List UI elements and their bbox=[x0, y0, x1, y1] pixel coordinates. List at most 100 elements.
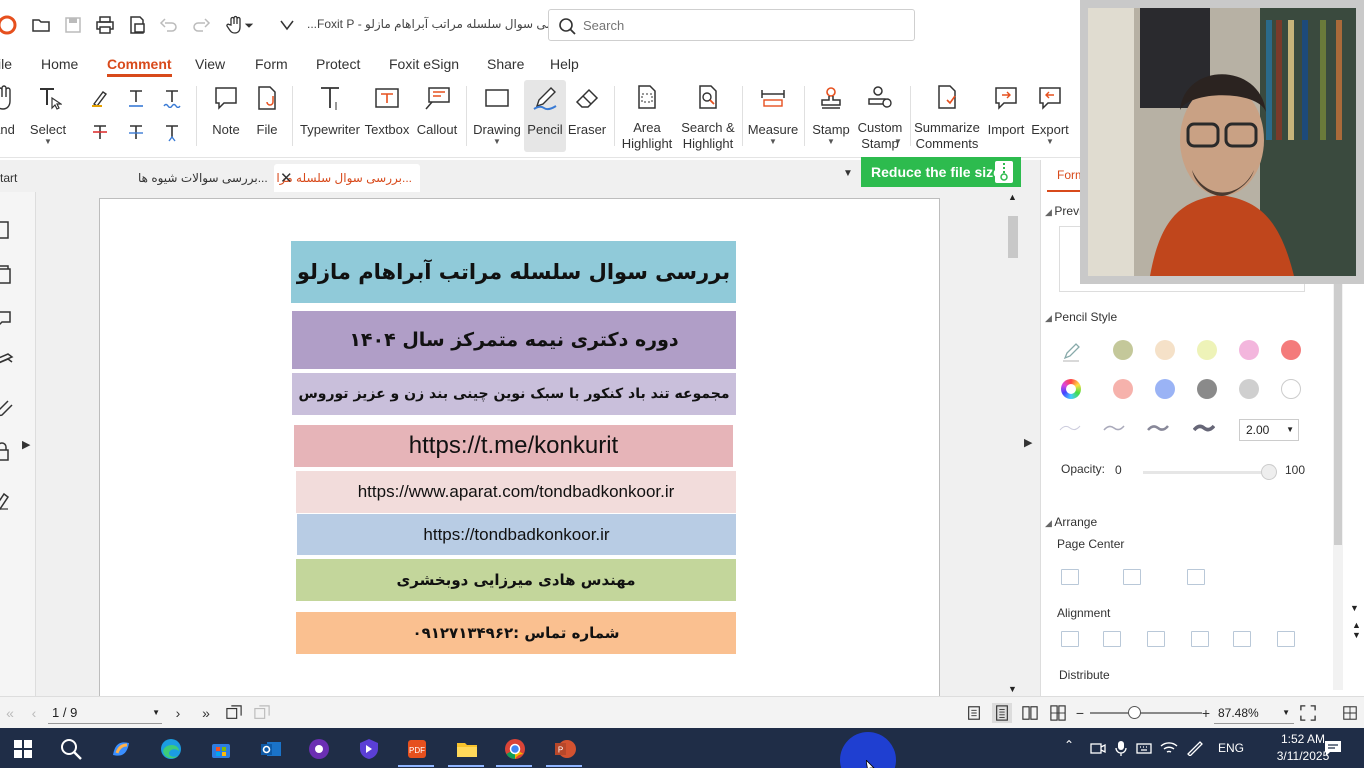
color-swatch-1[interactable] bbox=[1113, 340, 1133, 360]
chevron-down-icon[interactable]: ▼ bbox=[894, 138, 902, 146]
menu-form[interactable]: Form bbox=[255, 56, 288, 72]
zoom-in-icon[interactable]: + bbox=[1196, 703, 1216, 723]
menu-comment[interactable]: Comment bbox=[107, 56, 172, 77]
undo-icon[interactable] bbox=[156, 12, 182, 38]
color-swatch-6[interactable] bbox=[1113, 379, 1133, 399]
signature-icon[interactable] bbox=[0, 490, 18, 510]
scrollbar-thumb[interactable] bbox=[1008, 216, 1018, 258]
align-bottom-icon[interactable] bbox=[1277, 631, 1295, 647]
pencil-color-icon[interactable] bbox=[1061, 340, 1083, 362]
next-view-icon[interactable] bbox=[252, 703, 272, 723]
document-view[interactable]: بررسی سوال سلسله مراتب آبراهام مازلو دور… bbox=[36, 192, 1040, 696]
replace-text-tool[interactable] bbox=[124, 120, 148, 144]
underline-text-tool[interactable] bbox=[124, 86, 148, 110]
page-number-field[interactable]: 1 / 9 ▼ bbox=[48, 702, 162, 724]
import-tool[interactable]: Import bbox=[984, 80, 1028, 152]
foxit-pdf-taskbar-icon[interactable]: PDF bbox=[402, 734, 432, 764]
search-highlight-tool[interactable]: Search & Highlight bbox=[678, 80, 738, 152]
color-swatch-2[interactable] bbox=[1155, 340, 1175, 360]
pages-icon[interactable] bbox=[0, 264, 18, 284]
bookmark-icon[interactable] bbox=[0, 220, 18, 240]
resize-grip-icon[interactable] bbox=[1340, 703, 1360, 723]
zoom-field[interactable]: 87.48% ▼ bbox=[1214, 702, 1294, 724]
last-page-icon[interactable]: » bbox=[196, 703, 216, 723]
pen-tray-icon[interactable] bbox=[1186, 740, 1204, 756]
microsoft-store-icon[interactable] bbox=[206, 734, 236, 764]
print-icon[interactable] bbox=[92, 12, 118, 38]
opacity-slider-handle[interactable] bbox=[1261, 464, 1277, 480]
note-tool[interactable]: Note bbox=[206, 80, 246, 152]
reduce-file-size-button[interactable]: Reduce the file size bbox=[861, 157, 1021, 187]
taskbar-search-icon[interactable] bbox=[56, 734, 86, 764]
stamp-tool[interactable]: Stamp ▼ bbox=[810, 80, 852, 152]
powerpoint-icon[interactable]: P bbox=[550, 734, 580, 764]
single-page-icon[interactable] bbox=[964, 703, 984, 723]
color-swatch-8[interactable] bbox=[1197, 379, 1217, 399]
line-width-select[interactable]: 2.00 ▼ bbox=[1239, 419, 1299, 441]
customize-toolbar-icon[interactable] bbox=[274, 12, 300, 38]
camera-tray-icon[interactable] bbox=[1090, 740, 1106, 756]
eraser-tool[interactable]: Eraser bbox=[566, 80, 608, 152]
chrome-icon[interactable] bbox=[500, 734, 530, 764]
align-left-icon[interactable] bbox=[1147, 631, 1165, 647]
tabs-dropdown-icon[interactable]: ▼ bbox=[843, 168, 853, 179]
next-page-icon[interactable]: › bbox=[168, 703, 188, 723]
search-box[interactable] bbox=[548, 9, 915, 41]
panel-scroll-down-icon[interactable]: ▼ bbox=[1350, 603, 1359, 613]
center-horizontal-icon[interactable] bbox=[1061, 569, 1079, 585]
preview-section[interactable]: ◢ Previ bbox=[1045, 204, 1082, 218]
layers-icon[interactable] bbox=[0, 352, 18, 372]
align-top-icon[interactable] bbox=[1233, 631, 1251, 647]
expand-right-panel-icon[interactable]: ▶ bbox=[1024, 436, 1032, 449]
security-icon[interactable] bbox=[0, 442, 18, 462]
keyboard-tray-icon[interactable] bbox=[1136, 740, 1152, 756]
center-both-icon[interactable] bbox=[1187, 569, 1205, 585]
color-swatch-7[interactable] bbox=[1155, 379, 1175, 399]
previous-view-icon[interactable] bbox=[224, 703, 244, 723]
copilot-icon[interactable] bbox=[106, 734, 136, 764]
pencil-tool[interactable]: Pencil bbox=[524, 80, 566, 152]
search-input[interactable] bbox=[583, 15, 903, 35]
area-highlight-tool[interactable]: Area Highlight bbox=[618, 80, 676, 152]
menu-file[interactable]: ile bbox=[0, 56, 12, 72]
scroll-up-icon[interactable]: ▲ bbox=[1008, 192, 1017, 202]
file-explorer-icon[interactable] bbox=[452, 734, 482, 764]
align-right-icon[interactable] bbox=[1191, 631, 1209, 647]
select-tool[interactable]: Select ▼ bbox=[28, 80, 68, 152]
microphone-tray-icon[interactable] bbox=[1114, 740, 1128, 756]
language-indicator[interactable]: ENG bbox=[1218, 741, 1244, 755]
color-swatch-5[interactable] bbox=[1281, 340, 1301, 360]
zoom-slider[interactable] bbox=[1090, 712, 1202, 714]
color-swatch-4[interactable] bbox=[1239, 340, 1259, 360]
align-center-horizontal-icon[interactable] bbox=[1061, 631, 1079, 647]
pencil-style-section[interactable]: ◢ Pencil Style bbox=[1045, 310, 1117, 324]
continuous-page-icon[interactable] bbox=[992, 703, 1012, 723]
shield-app-icon[interactable] bbox=[354, 734, 384, 764]
callout-tool[interactable]: Callout bbox=[414, 80, 460, 152]
first-page-icon[interactable]: « bbox=[0, 703, 20, 723]
tab-document-3[interactable]: ✕ ...بررسی سوال سلسله مرا bbox=[274, 164, 420, 192]
pdf-page[interactable]: بررسی سوال سلسله مراتب آبراهام مازلو دور… bbox=[99, 198, 940, 696]
hand-tool[interactable]: and bbox=[0, 80, 22, 152]
center-vertical-icon[interactable] bbox=[1123, 569, 1141, 585]
drawing-tool[interactable]: Drawing ▼ bbox=[472, 80, 522, 152]
comments-icon[interactable] bbox=[0, 308, 18, 328]
menu-foxit-esign[interactable]: Foxit eSign bbox=[389, 56, 459, 72]
menu-home[interactable]: Home bbox=[41, 56, 78, 72]
scroll-down-icon[interactable]: ▼ bbox=[1008, 684, 1017, 694]
create-pdf-icon[interactable] bbox=[124, 12, 150, 38]
arrange-section[interactable]: ◢ Arrange bbox=[1045, 515, 1097, 529]
measure-tool[interactable]: Measure ▼ bbox=[746, 80, 800, 152]
expand-left-panel-icon[interactable]: ▶ bbox=[22, 438, 30, 451]
edge-browser-icon[interactable] bbox=[156, 734, 186, 764]
continuous-facing-icon[interactable] bbox=[1048, 703, 1068, 723]
outlook-icon[interactable] bbox=[256, 734, 286, 764]
zoom-slider-handle[interactable] bbox=[1128, 706, 1141, 719]
menu-help[interactable]: Help bbox=[550, 56, 579, 72]
line-width-thick-icon[interactable] bbox=[1147, 422, 1169, 434]
facing-page-icon[interactable] bbox=[1020, 703, 1040, 723]
zoom-out-icon[interactable]: − bbox=[1070, 703, 1090, 723]
squiggly-text-tool[interactable] bbox=[160, 86, 184, 110]
line-width-heavy-icon[interactable] bbox=[1193, 422, 1215, 434]
purple-app-icon[interactable] bbox=[304, 734, 334, 764]
